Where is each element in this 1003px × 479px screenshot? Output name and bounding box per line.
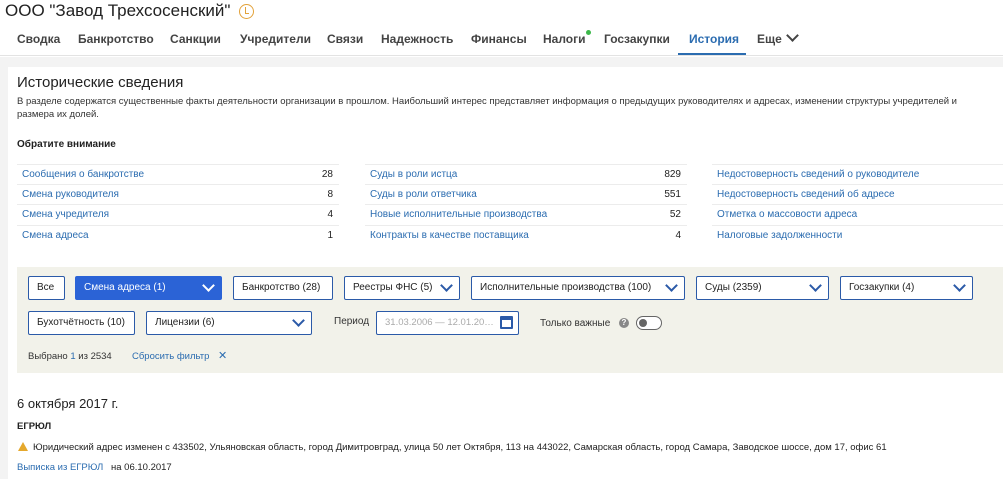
filter-all-button[interactable]: Все — [28, 276, 65, 300]
tab-taxes[interactable]: Налоги — [543, 24, 586, 55]
selected-suffix: из 2534 — [78, 351, 112, 362]
tab-history[interactable]: История — [689, 24, 739, 55]
active-tab-indicator — [678, 53, 746, 55]
section-title: Исторические сведения — [17, 74, 184, 91]
selected-prefix: Выбрано — [28, 351, 68, 362]
tab-procurement[interactable]: Госзакупки — [604, 24, 670, 55]
stat-row: Суды в роли ответчика 551 — [365, 184, 687, 204]
stat-row: Смена адреса 1 — [17, 225, 339, 245]
filter-address-change-select[interactable]: Смена адреса (1) — [75, 276, 222, 300]
content-top-gap — [0, 57, 1003, 67]
stat-link[interactable]: Суды в роли ответчика — [370, 185, 477, 205]
tab-more[interactable]: Еще — [757, 24, 799, 55]
stat-row: Недостоверность сведений об адресе — [712, 184, 1003, 204]
status-check-icon[interactable] — [239, 3, 255, 19]
stat-row: Отметка о массовости адреса — [712, 204, 1003, 224]
stat-link[interactable]: Недостоверность сведений об адресе — [717, 185, 895, 205]
selected-count: 1 — [70, 351, 76, 362]
stat-row: Смена учредителя 4 — [17, 204, 339, 224]
filter-fns-registry-select[interactable]: Реестры ФНС (5) — [344, 276, 460, 300]
filter-courts-select[interactable]: Суды (2359) — [696, 276, 829, 300]
filter-enforcement-label: Исполнительные производства (100) — [480, 282, 652, 293]
company-header: ООО "Завод Трехсосенский" — [5, 1, 255, 21]
tab-summary[interactable]: Сводка — [17, 24, 60, 55]
chevron-down-icon — [809, 279, 822, 292]
stat-count: 28 — [321, 169, 333, 180]
stat-count: 4 — [327, 209, 333, 220]
stat-row: Суды в роли истца 829 — [365, 164, 687, 184]
filter-bankruptcy-button[interactable]: Банкротство (28) — [233, 276, 333, 300]
reset-filter-link[interactable]: Сбросить фильтр — [132, 351, 209, 362]
important-only-toggle[interactable] — [636, 316, 662, 330]
stat-row: Смена руководителя 8 — [17, 184, 339, 204]
close-icon[interactable]: ✕ — [218, 351, 227, 362]
chevron-down-icon — [202, 279, 215, 292]
filter-licenses-select[interactable]: Лицензии (6) — [146, 311, 312, 335]
stat-row: Налоговые задолженности — [712, 225, 1003, 245]
stat-link[interactable]: Отметка о массовости адреса — [717, 205, 857, 225]
chevron-down-icon — [292, 314, 305, 327]
chevron-down-icon — [665, 279, 678, 292]
stat-link[interactable]: Сообщения о банкротстве — [22, 165, 144, 185]
tab-bankruptcy[interactable]: Банкротство — [78, 24, 154, 55]
period-label: Период — [334, 316, 370, 327]
filter-courts-label: Суды (2359) — [705, 282, 762, 293]
event-date: 6 октября 2017 г. — [17, 396, 119, 411]
filter-enforcement-select[interactable]: Исполнительные производства (100) — [471, 276, 685, 300]
chevron-down-icon — [440, 279, 453, 292]
egrul-extract-date: на 06.10.2017 — [111, 462, 172, 473]
toggle-knob — [639, 318, 647, 327]
period-date-value: 31.03.2006 — 12.01.20… — [385, 317, 494, 328]
stat-link[interactable]: Смена учредителя — [22, 205, 109, 225]
stat-row: Сообщения о банкротстве 28 — [17, 164, 339, 184]
help-icon[interactable]: ? — [619, 318, 629, 328]
filter-fns-registry-label: Реестры ФНС (5) — [353, 282, 433, 293]
stat-count: 52 — [669, 209, 681, 220]
section-description: В разделе содержатся существенные факты … — [17, 96, 957, 120]
stat-link[interactable]: Суды в роли истца — [370, 165, 457, 185]
tab-more-label: Еще — [757, 32, 782, 46]
stat-row: Контракты в качестве поставщика 4 — [365, 225, 687, 245]
left-gutter — [0, 57, 8, 479]
chevron-down-icon — [953, 279, 966, 292]
filter-accounting-button[interactable]: Бухотчётность (10) — [28, 311, 135, 335]
stat-count: 551 — [664, 189, 681, 200]
tab-finance[interactable]: Финансы — [471, 24, 527, 55]
filter-procurement-label: Госзакупки (4) — [849, 282, 915, 293]
tab-connections[interactable]: Связи — [327, 24, 363, 55]
egrul-extract-link[interactable]: Выписка из ЕГРЮЛ — [17, 462, 103, 473]
filter-procurement-select[interactable]: Госзакупки (4) — [840, 276, 973, 300]
stat-count: 1 — [327, 230, 333, 241]
stat-row: Недостоверность сведений о руководителе — [712, 164, 1003, 184]
tab-sanctions[interactable]: Санкции — [170, 24, 221, 55]
selected-count-info: Выбрано 1 из 2534 — [28, 351, 112, 362]
stat-count: 4 — [675, 230, 681, 241]
notification-dot — [586, 30, 591, 35]
stat-link[interactable]: Смена руководителя — [22, 185, 119, 205]
attention-heading: Обратите внимание — [17, 139, 116, 150]
event-text: Юридический адрес изменен с 433502, Улья… — [33, 442, 887, 453]
stat-link[interactable]: Недостоверность сведений о руководителе — [717, 165, 919, 185]
important-only-label: Только важные — [540, 318, 611, 329]
top-bar: ООО "Завод Трехсосенский" Сводка Банкрот… — [0, 0, 1003, 56]
stat-link[interactable]: Смена адреса — [22, 226, 89, 246]
stat-count: 829 — [664, 169, 681, 180]
stat-count: 8 — [327, 189, 333, 200]
calendar-icon[interactable] — [500, 316, 513, 329]
stat-link[interactable]: Налоговые задолженности — [717, 226, 842, 246]
tab-reliability[interactable]: Надежность — [381, 24, 453, 55]
tab-founders[interactable]: Учредители — [240, 24, 311, 55]
stat-row: Новые исполнительные производства 52 — [365, 204, 687, 224]
filter-licenses-label: Лицензии (6) — [155, 317, 215, 328]
stat-link[interactable]: Контракты в качестве поставщика — [370, 226, 529, 246]
period-date-input[interactable]: 31.03.2006 — 12.01.20… — [376, 311, 519, 335]
company-name: ООО "Завод Трехсосенский" — [5, 1, 231, 20]
warning-icon — [18, 442, 28, 451]
filter-address-change-label: Смена адреса (1) — [84, 282, 166, 293]
stat-link[interactable]: Новые исполнительные производства — [370, 205, 547, 225]
chevron-down-icon — [785, 29, 799, 42]
event-source: ЕГРЮЛ — [17, 421, 52, 432]
